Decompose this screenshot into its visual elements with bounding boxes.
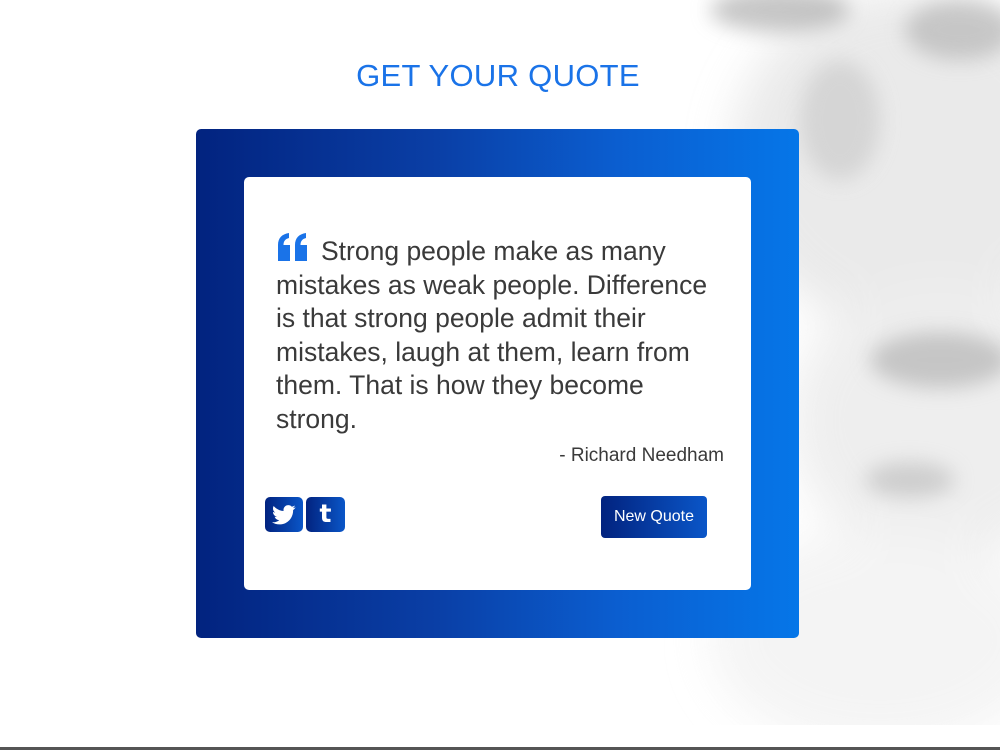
tweet-button[interactable] [265,497,303,532]
tumblr-button[interactable]: t [306,497,345,532]
quote-author: - Richard Needham [559,445,724,466]
quote-left-icon [278,233,307,261]
tumblr-icon: t [319,498,332,528]
new-quote-button[interactable]: New Quote [601,496,707,538]
quote-text: Strong people make as many mistakes as w… [276,236,708,434]
quote-page: GET YOUR QUOTE Strong people make as man… [0,0,1000,750]
twitter-icon [272,504,296,524]
quote-body: Strong people make as many mistakes as w… [276,233,728,436]
page-title: GET YOUR QUOTE [356,58,640,93]
quote-card: Strong people make as many mistakes as w… [244,177,751,590]
quote-frame: Strong people make as many mistakes as w… [196,129,799,638]
